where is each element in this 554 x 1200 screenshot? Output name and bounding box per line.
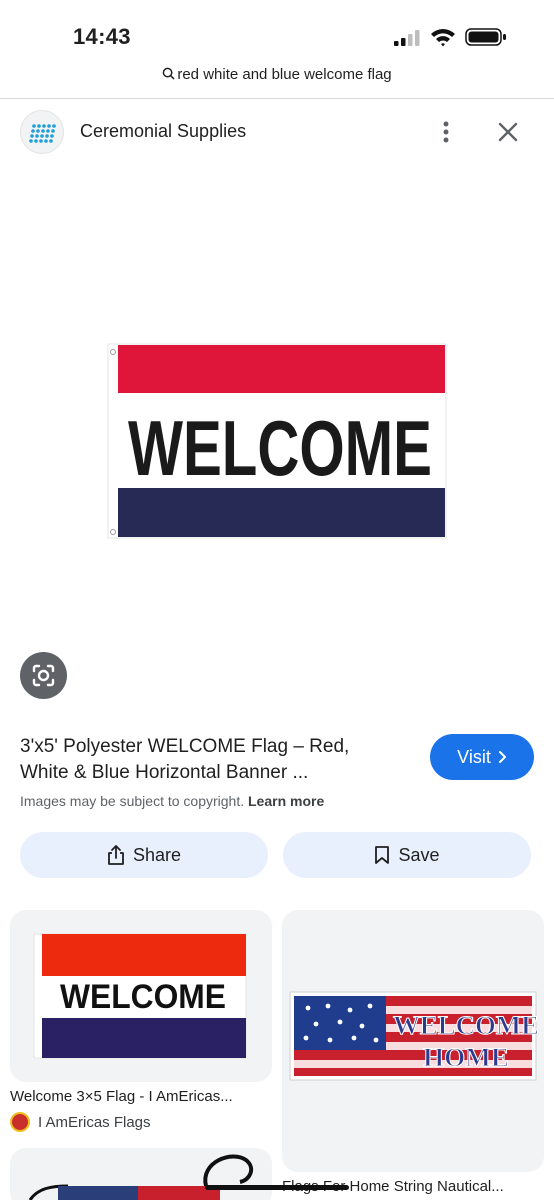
share-button[interactable]: Share [20,832,268,878]
search-icon [162,67,175,80]
flag-text: WELCOME [128,404,432,492]
thumb-flag-text: WELCOME [60,978,226,1016]
wifi-icon [431,29,455,47]
learn-more-link[interactable]: Learn more [248,793,324,809]
related-image-1[interactable]: WELCOME [10,910,272,1082]
close-icon[interactable] [494,118,522,146]
visit-button[interactable]: Visit [430,734,534,780]
cellular-signal-icon [394,30,420,46]
status-time: 14:43 [73,24,131,49]
hanging-flag-thumbnail [28,1154,254,1200]
related-image-2[interactable]: WELCOME HOME [282,910,544,1172]
main-result-image[interactable]: WELCOME [105,340,449,542]
save-button[interactable]: Save [283,832,531,878]
source-favicon-icon [10,1112,30,1132]
search-query-bar[interactable]: red white and blue welcome flag [0,66,554,96]
related-source-1[interactable]: I AmEricas Flags [10,1112,151,1132]
visit-label: Visit [457,746,491,767]
related-image-3[interactable] [10,1148,272,1200]
chevron-right-icon [498,751,506,763]
divider [0,98,554,99]
bookmark-icon [375,846,390,864]
copyright-notice: Images may be subject to copyright. Lear… [20,793,324,809]
welcome-flag-thumbnail: WELCOME [33,933,247,1059]
source-name[interactable]: Ceremonial Supplies [80,121,246,142]
result-title-line1: 3'x5' Polyester WELCOME Flag – Red, [20,736,350,757]
status-bar: 14:43 [0,0,554,62]
source-logo[interactable] [20,110,64,154]
source-header: Ceremonial Supplies [0,108,554,154]
home-indicator [205,1185,349,1190]
result-title-line2: White & Blue Horizontal Banner ... [20,762,309,783]
save-label: Save [398,844,440,865]
lens-icon [32,664,55,687]
search-query-text: red white and blue welcome flag [177,66,392,83]
result-title[interactable]: 3'x5' Polyester WELCOME Flag – Red, Whit… [20,734,412,786]
thumb-banner-text-2: HOME [423,1043,509,1072]
dot-grid-icon [29,124,56,143]
more-options-icon[interactable] [432,118,460,146]
related-title-1[interactable]: Welcome 3×5 Flag - I AmEricas... [10,1088,272,1105]
lens-search-button[interactable] [20,652,67,699]
battery-icon [465,28,506,46]
welcome-home-banner-thumbnail: WELCOME HOME [289,991,540,1081]
share-icon [108,845,124,865]
related-source-name-1: I AmEricas Flags [38,1113,151,1131]
thumb-banner-text-1: WELCOME [393,1011,539,1040]
copyright-text: Images may be subject to copyright. [20,793,245,809]
share-label: Share [132,844,182,865]
